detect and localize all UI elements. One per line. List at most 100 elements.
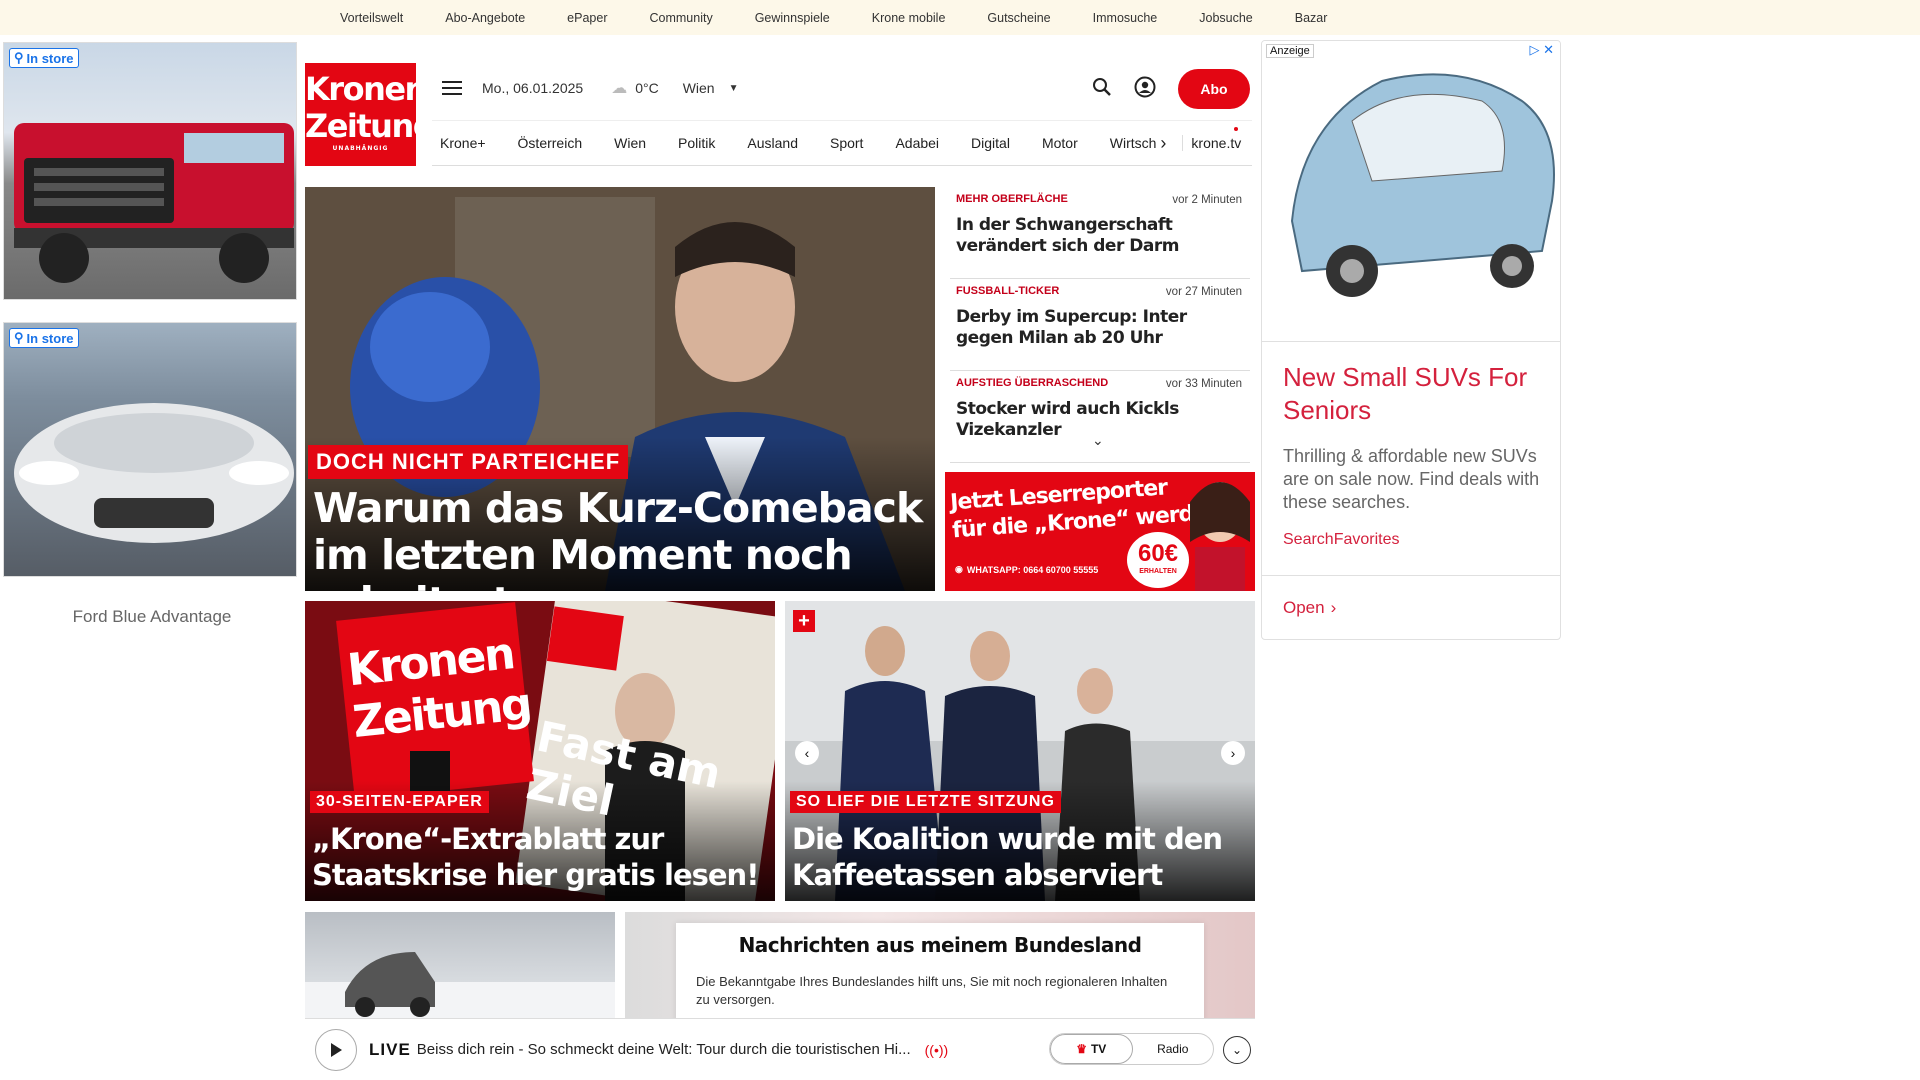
tv-label: TV <box>1090 1042 1107 1056</box>
location-pin-icon: ⚲ <box>14 330 24 345</box>
logo-tagline: UNABHÄNGIG <box>332 145 389 152</box>
caret-down-icon: ▼ <box>728 82 739 94</box>
vehicle-ad-image <box>1262 41 1560 341</box>
hero-kicker: DOCH NICHT PARTEICHEF <box>308 445 629 479</box>
news-title[interactable]: Derby im Supercup: Inter gegen Milan ab … <box>956 307 1244 349</box>
search-icon[interactable] <box>1092 77 1112 102</box>
ad-open-button[interactable]: Open › <box>1283 598 1336 618</box>
top-link-vorteilswelt[interactable]: Vorteilswelt <box>340 11 425 25</box>
tv-radio-toggle[interactable]: ♛ TV Radio <box>1049 1033 1214 1065</box>
chevron-down-icon[interactable]: ⌄ <box>1092 432 1104 449</box>
left-ad[interactable]: ▷ ✕ ⚲In store ⚲In store Ford Blue Advant… <box>2 42 298 626</box>
ad-image-truck[interactable]: ⚲ In store <box>3 42 297 300</box>
chevron-right-icon: › <box>1330 598 1337 617</box>
header-actions: Abo <box>1092 69 1250 109</box>
nav-item-politik[interactable]: Politik <box>678 135 715 151</box>
leserreporter-promo[interactable]: Jetzt Leserreporter für die „Krone“ werd… <box>945 472 1255 591</box>
badge-label: In store <box>26 330 74 346</box>
snow-car-image <box>305 952 615 1022</box>
hero-article[interactable]: DOCH NICHT PARTEICHEF Warum das Kurz-Com… <box>305 187 935 591</box>
main-nav: Krone+ Österreich Wien Politik Ausland Sport A… <box>432 120 1252 166</box>
menu-icon[interactable] <box>442 81 462 95</box>
snow-car-thumbnail[interactable] <box>305 912 615 1022</box>
ad-brand-label[interactable]: Ford Blue Advantage <box>2 607 302 627</box>
kronen-zeitung-logo[interactable]: Kronen Zeitung UNABHÄNGIG <box>305 63 436 166</box>
coalition-card[interactable]: + ‹ › SO LIEF DIE LETZTE SITZUNG Die Koa… <box>785 601 1255 901</box>
news-time: vor 33 Minuten <box>1165 378 1242 390</box>
abo-button[interactable]: Abo <box>1178 69 1250 109</box>
plus-icon: + <box>793 610 815 632</box>
nav-item-wirtsch[interactable]: Wirtsch <box>1110 135 1157 151</box>
carousel-prev-icon[interactable]: ‹ <box>795 741 819 765</box>
news-title[interactable]: In der Schwangerschaft verändert sich de… <box>956 215 1244 257</box>
top-links: Vorteilswelt Abo-Angebote ePaper Community G… <box>340 0 1369 35</box>
top-link-abo-angebote[interactable]: Abo-Angebote <box>445 11 547 25</box>
radio-option[interactable]: Radio <box>1133 1034 1214 1064</box>
chevron-down-icon: ⌄ <box>1231 1043 1243 1057</box>
nav-item-motor[interactable]: Motor <box>1042 135 1078 151</box>
broadcast-icon: ((•)) <box>924 1041 949 1058</box>
ad-open-label: Open <box>1283 598 1325 617</box>
cloud-icon: ☁ <box>611 80 628 97</box>
nav-item-krone-tv[interactable]: krone.tv <box>1182 135 1241 151</box>
top-link-krone-mobile[interactable]: Krone mobile <box>872 11 968 25</box>
live-label: LIVE <box>369 1039 411 1059</box>
nav-item-adabei[interactable]: Adabei <box>895 135 939 151</box>
bundesland-dialog[interactable]: Nachrichten aus meinem Bundesland Die Be… <box>676 923 1204 1033</box>
nav-items: Krone+ Österreich Wien Politik Ausland Sport A… <box>432 135 1180 151</box>
tv-option[interactable]: ♛ TV <box>1050 1034 1133 1064</box>
ad-choices-icon[interactable]: ▷ ✕ <box>1529 42 1554 58</box>
whatsapp-icon: ◉ <box>955 564 963 574</box>
ad-image-mustang[interactable]: ⚲ In store <box>3 322 297 577</box>
news-item[interactable]: FUSSBALL-TICKER vor 27 Minuten Derby im Su… <box>950 279 1250 371</box>
nav-item--sterreich[interactable]: Österreich <box>518 135 583 151</box>
play-button[interactable] <box>315 1028 357 1071</box>
chevron-right-icon[interactable]: › <box>1160 133 1166 154</box>
expand-player-button[interactable]: ⌄ <box>1223 1036 1251 1064</box>
top-link-community[interactable]: Community <box>649 11 734 25</box>
city-select[interactable]: Wien ▼ <box>683 80 739 96</box>
nav-item-wien[interactable]: Wien <box>614 135 646 151</box>
live-player-bar: LIVE Beiss dich rein - So schmeckt deine… <box>305 1018 1255 1080</box>
city-label: Wien <box>682 80 715 96</box>
header: Mo., 06.01.2025 ☁ 0°C Wien ▼ Abo <box>432 63 1252 113</box>
news-time: vor 2 Minuten <box>1172 194 1242 206</box>
logo-line-1: Kronen <box>305 70 427 108</box>
current-date: Mo., 06.01.2025 <box>482 80 584 96</box>
news-item[interactable]: MEHR OBERFLÄCHE vor 2 Minuten In der Schwa… <box>950 187 1250 279</box>
badge-label: In store <box>26 50 74 66</box>
crown-icon: ♛ <box>1076 1042 1087 1056</box>
in-store-badge: ⚲ In store <box>9 48 79 68</box>
paper-logo-image: Kronen Zeitung <box>345 627 533 749</box>
ad-text: Thrilling & affordable new SUVs are on s… <box>1283 446 1540 512</box>
top-link-epaper[interactable]: ePaper <box>567 11 629 25</box>
logo-line-2: Zeitung <box>305 107 436 145</box>
nav-item-sport[interactable]: Sport <box>830 135 863 151</box>
user-icon[interactable] <box>1134 76 1156 103</box>
hero-title[interactable]: Warum das Kurz-Comeback im letzten Momen… <box>313 485 933 592</box>
nav-item-ausland[interactable]: Ausland <box>747 135 798 151</box>
right-ad[interactable]: Anzeige ▷ ✕ New Small SUVs For Seniors T… <box>1261 40 1561 640</box>
card2-title[interactable]: Die Koalition wurde mit den Kaffeetassen… <box>792 821 1252 893</box>
truck-image <box>14 123 294 283</box>
ad-label: Anzeige <box>1266 44 1314 58</box>
top-link-jobsuche[interactable]: Jobsuche <box>1199 11 1275 25</box>
news-item[interactable]: AUFSTIEG ÜBERRASCHEND vor 33 Minuten Stock… <box>950 371 1250 463</box>
card2-kicker: SO LIEF DIE LETZTE SITZUNG <box>790 791 1061 813</box>
ad-source[interactable]: SearchFavorites <box>1283 531 1400 549</box>
nav-item-digital[interactable]: Digital <box>971 135 1010 151</box>
top-link-gutscheine[interactable]: Gutscheine <box>987 11 1072 25</box>
card1-kicker: 30-SEITEN-EPAPER <box>310 791 489 813</box>
card1-title[interactable]: „Krone“-Extrablatt zur Staatskrise hier … <box>312 821 772 893</box>
top-link-bazar[interactable]: Bazar <box>1295 11 1350 25</box>
news-ticker-list: MEHR OBERFLÄCHE vor 2 Minuten In der Schwa… <box>950 187 1250 463</box>
nav-item-krone-[interactable]: Krone+ <box>440 135 486 151</box>
top-link-bar: Vorteilswelt Abo-Angebote ePaper Community G… <box>0 0 1920 35</box>
ad-title[interactable]: New Small SUVs For Seniors <box>1283 361 1543 427</box>
player-title[interactable]: Beiss dich rein - So schmeckt deine Welt… <box>417 1041 911 1058</box>
top-link-immosuche[interactable]: Immosuche <box>1093 11 1180 25</box>
carousel-next-icon[interactable]: › <box>1221 741 1245 765</box>
top-link-gewinnspiele[interactable]: Gewinnspiele <box>755 11 852 25</box>
epaper-card[interactable]: Kronen Zeitung Fast am Ziel 30-SEITEN-EP… <box>305 601 775 901</box>
bundesland-title: Nachrichten aus meinem Bundesland <box>738 933 1142 957</box>
